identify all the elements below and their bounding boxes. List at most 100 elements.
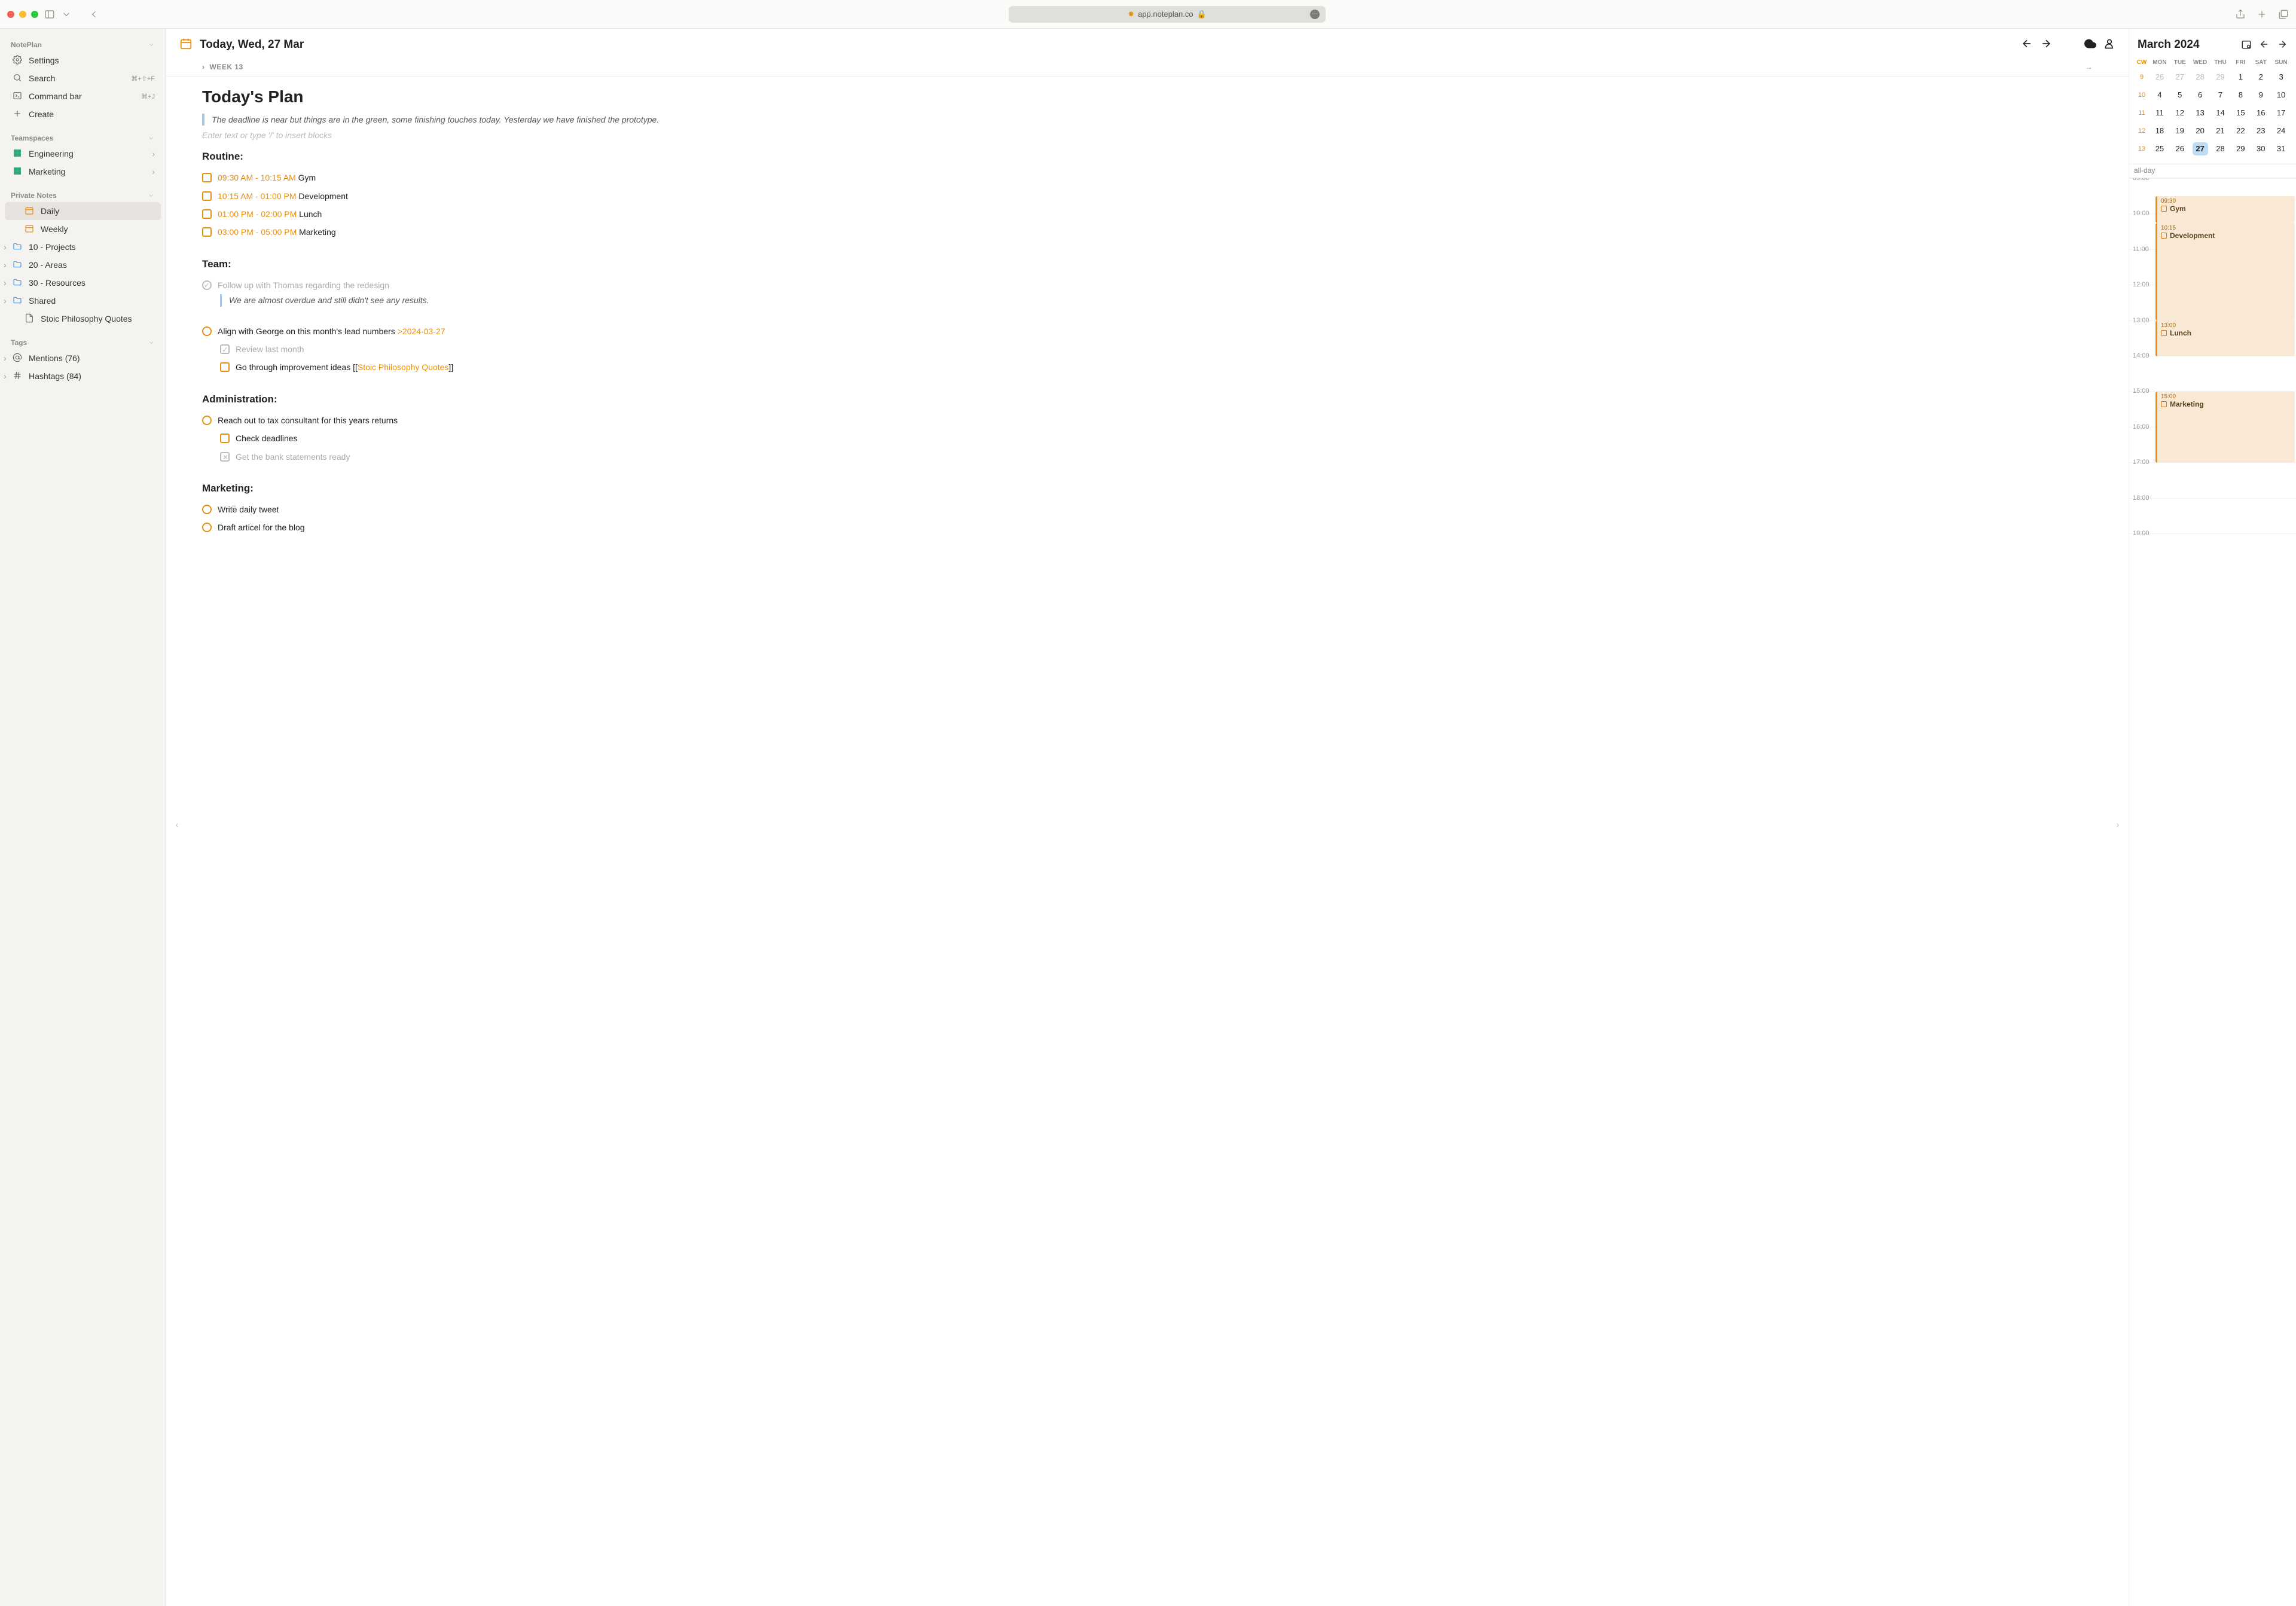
calendar-day[interactable]: 18 (2152, 124, 2167, 138)
task-row[interactable]: 10:15 AM - 01:00 PM Development (202, 187, 2093, 205)
routine-header[interactable]: Routine: (202, 151, 2093, 163)
calendar-day[interactable]: 8 (2233, 88, 2248, 102)
calendar-day[interactable]: 6 (2193, 88, 2208, 102)
task-checkbox-done[interactable] (220, 344, 230, 354)
plus-icon[interactable] (216, 504, 225, 512)
chevron-right-icon[interactable]: › (4, 296, 13, 306)
calendar-day[interactable]: 4 (2152, 88, 2167, 102)
timeline-event[interactable]: 13:00Lunch (2155, 320, 2295, 356)
calendar-day[interactable]: 31 (2273, 142, 2289, 155)
week-row[interactable]: › WEEK 13 → (166, 58, 2129, 77)
task-checkbox[interactable] (202, 227, 212, 237)
sidebar-teamspaces-header[interactable]: Teamspaces (5, 129, 161, 145)
calendar-day[interactable]: 2 (2253, 71, 2268, 84)
chevron-right-icon[interactable]: › (4, 260, 13, 270)
task-row[interactable]: Reach out to tax consultant for this yea… (202, 411, 2093, 429)
sync-icon[interactable] (2084, 38, 2096, 51)
calendar-day[interactable]: 30 (2253, 142, 2268, 155)
task-row[interactable]: Draft articel for the blog (202, 518, 2093, 536)
address-bar[interactable]: ✸ app.noteplan.co 🔒 ⋯ (1009, 6, 1326, 23)
calendar-day[interactable]: 27 (2193, 142, 2208, 155)
calendar-day[interactable]: 16 (2253, 106, 2268, 120)
share-icon[interactable] (2235, 9, 2246, 20)
wiki-link[interactable]: Stoic Philosophy Quotes (358, 362, 449, 372)
week-number[interactable]: 13 (2134, 145, 2150, 152)
note-editor[interactable]: Today's Plan The deadline is near but th… (166, 77, 2129, 1606)
week-number[interactable]: 10 (2134, 91, 2150, 99)
timeline[interactable]: 09:0010:0011:0012:0013:0014:0015:0016:00… (2129, 178, 2296, 1606)
drag-handle-icon[interactable] (230, 504, 238, 512)
calendar-day[interactable]: 27 (2172, 71, 2188, 84)
calendar-day[interactable]: 23 (2253, 124, 2268, 138)
task-row[interactable]: Follow up with Thomas regarding the rede… (202, 276, 2093, 294)
calendar-day[interactable]: 11 (2152, 106, 2167, 120)
task-checkbox[interactable] (202, 173, 212, 182)
task-checkbox-cancelled[interactable] (220, 452, 230, 462)
chevron-right-icon[interactable]: › (4, 242, 13, 252)
calendar-day[interactable]: 29 (2233, 142, 2248, 155)
task-checkbox[interactable] (202, 416, 212, 425)
prev-day-button[interactable] (2021, 38, 2033, 51)
calendar-jump-icon[interactable] (2241, 39, 2252, 51)
task-checkbox[interactable] (202, 191, 212, 201)
sidebar-private-header[interactable]: Private Notes (5, 187, 161, 202)
calendar-day[interactable]: 7 (2212, 88, 2228, 102)
sidebar-item-mentions[interactable]: › Mentions (76) (5, 349, 161, 367)
calendar-day[interactable]: 20 (2193, 124, 2208, 138)
sidebar-item-folder[interactable]: ›Shared (5, 292, 161, 310)
team-header[interactable]: Team: (202, 258, 2093, 270)
task-checkbox-done[interactable] (202, 280, 212, 290)
sidebar-item-folder[interactable]: ›30 - Resources (5, 274, 161, 292)
calendar-day[interactable]: 26 (2172, 142, 2188, 155)
task-checkbox[interactable] (202, 326, 212, 336)
calendar-day[interactable]: 12 (2172, 106, 2188, 120)
calendar-day[interactable]: 10 (2273, 88, 2289, 102)
editor-placeholder[interactable]: Enter text or type '/' to insert blocks (202, 130, 2093, 140)
task-row[interactable]: 03:00 PM - 05:00 PM Marketing (202, 223, 2093, 241)
sidebar-item-teamspace[interactable]: Marketing› (5, 163, 161, 181)
sidebar-tags-header[interactable]: Tags (5, 334, 161, 349)
timeline-event[interactable]: 15:00Marketing (2155, 392, 2295, 463)
task-row[interactable]: 09:30 AM - 10:15 AM Gym (202, 169, 2093, 187)
back-icon[interactable] (88, 9, 99, 20)
task-row[interactable]: Align with George on this month's lead n… (202, 322, 2093, 340)
sidebar-item-folder[interactable]: ›20 - Areas (5, 256, 161, 274)
calendar-day[interactable]: 13 (2193, 106, 2208, 120)
marketing-header[interactable]: Marketing: (202, 483, 2093, 494)
prev-month-button[interactable] (2259, 39, 2270, 51)
sidebar-item-weekly[interactable]: Weekly (5, 220, 161, 238)
task-checkbox[interactable] (202, 523, 212, 532)
calendar-day[interactable]: 26 (2152, 71, 2167, 84)
task-row[interactable]: Get the bank statements ready (202, 448, 2093, 466)
task-row[interactable]: 01:00 PM - 02:00 PM Lunch (202, 205, 2093, 223)
chevron-down-icon[interactable] (61, 9, 72, 20)
task-row[interactable]: Check deadlines (202, 429, 2093, 447)
timeline-event[interactable]: 10:15Development (2155, 223, 2295, 320)
more-icon[interactable]: ⋯ (1310, 10, 1320, 19)
week-number[interactable]: 11 (2134, 109, 2150, 117)
sidebar-item-folder[interactable]: ›10 - Projects (5, 238, 161, 256)
task-row[interactable]: Review last month (202, 340, 2093, 358)
date-link[interactable]: >2024-03-27 (398, 326, 445, 336)
tabs-icon[interactable] (2278, 9, 2289, 20)
intro-quote[interactable]: The deadline is near but things are in t… (202, 114, 2093, 126)
calendar-day[interactable]: 19 (2172, 124, 2188, 138)
user-icon[interactable] (2103, 38, 2115, 51)
calendar-day[interactable]: 24 (2273, 124, 2289, 138)
chevron-right-icon[interactable]: › (4, 353, 13, 363)
calendar-day[interactable]: 28 (2193, 71, 2208, 84)
task-checkbox[interactable] (202, 209, 212, 219)
sidebar-item-settings[interactable]: Settings (5, 51, 161, 69)
calendar-day[interactable]: 1 (2233, 71, 2248, 84)
task-checkbox[interactable] (220, 433, 230, 443)
chevron-right-icon[interactable]: › (4, 371, 13, 381)
timeline-event[interactable]: 09:30Gym (2155, 196, 2295, 223)
calendar-day[interactable]: 21 (2212, 124, 2228, 138)
calendar-day[interactable]: 14 (2212, 106, 2228, 120)
calendar-day[interactable]: 25 (2152, 142, 2167, 155)
calendar-day[interactable]: 3 (2273, 71, 2289, 84)
new-tab-icon[interactable] (2257, 9, 2267, 20)
admin-header[interactable]: Administration: (202, 393, 2093, 405)
chevron-right-icon[interactable]: › (4, 278, 13, 288)
sidebar-item-create[interactable]: Create (5, 105, 161, 123)
